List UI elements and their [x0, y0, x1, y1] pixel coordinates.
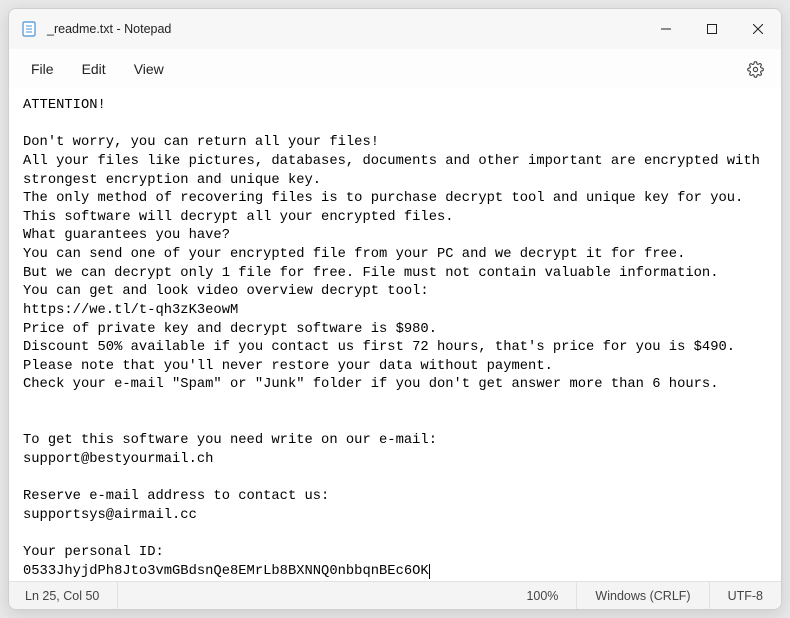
text-line: 0533JhyjdPh8Jto3vmGBdsnQe8EMrLb8BXNNQ0nb… [23, 564, 429, 579]
statusbar: Ln 25, Col 50 100% Windows (CRLF) UTF-8 [9, 581, 781, 609]
menu-view[interactable]: View [120, 55, 178, 83]
text-line: This software will decrypt all your encr… [23, 210, 454, 225]
maximize-button[interactable] [689, 9, 735, 49]
text-line: Don't worry, you can return all your fil… [23, 135, 379, 150]
text-line: The only method of recovering files is t… [23, 191, 743, 206]
text-line: supportsys@airmail.cc [23, 508, 197, 523]
settings-button[interactable] [737, 51, 773, 87]
menu-file[interactable]: File [17, 55, 68, 83]
text-line: But we can decrypt only 1 file for free.… [23, 266, 718, 281]
text-line: https://we.tl/t-qh3zK3eowM [23, 303, 238, 318]
close-button[interactable] [735, 9, 781, 49]
text-line: Your personal ID: [23, 545, 164, 560]
text-line: You can send one of your encrypted file … [23, 247, 685, 262]
text-line: To get this software you need write on o… [23, 433, 437, 448]
text-line: support@bestyourmail.ch [23, 452, 213, 467]
window-title: _readme.txt - Notepad [47, 22, 171, 36]
menu-edit[interactable]: Edit [68, 55, 120, 83]
menubar: File Edit View [9, 49, 781, 89]
text-line: Please note that you'll never restore yo… [23, 359, 553, 374]
text-line: Check your e-mail "Spam" or "Junk" folde… [23, 377, 718, 392]
text-line: What guarantees you have? [23, 228, 230, 243]
status-zoom[interactable]: 100% [508, 582, 577, 609]
text-line: Discount 50% available if you contact us… [23, 340, 735, 355]
notepad-icon [21, 21, 37, 37]
text-line: All your files like pictures, databases,… [23, 154, 768, 188]
text-line: Price of private key and decrypt softwar… [23, 322, 437, 337]
status-position: Ln 25, Col 50 [9, 582, 118, 609]
minimize-button[interactable] [643, 9, 689, 49]
text-line: ATTENTION! [23, 98, 106, 113]
status-encoding: UTF-8 [710, 582, 781, 609]
text-line: You can get and look video overview decr… [23, 284, 429, 299]
text-line: Reserve e-mail address to contact us: [23, 489, 329, 504]
text-area[interactable]: ATTENTION! Don't worry, you can return a… [9, 89, 781, 581]
notepad-window: _readme.txt - Notepad File Edit View ATT… [8, 8, 782, 610]
titlebar: _readme.txt - Notepad [9, 9, 781, 49]
text-caret [429, 564, 430, 579]
status-line-endings: Windows (CRLF) [577, 582, 709, 609]
